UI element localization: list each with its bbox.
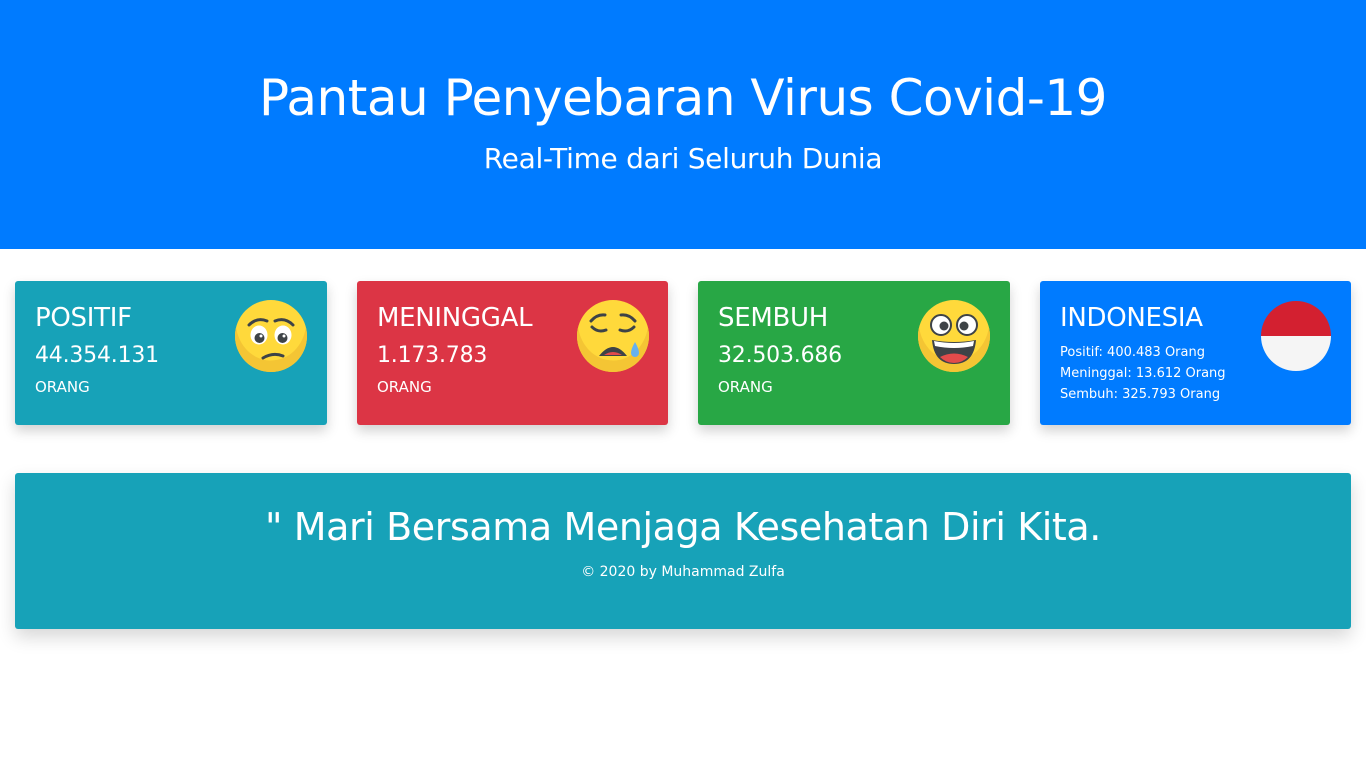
worried-face-icon: [235, 300, 307, 372]
stat-card-sembuh: SEMBUH 32.503.686 ORANG: [698, 281, 1010, 425]
card-unit: ORANG: [377, 378, 432, 396]
card-value: 32.503.686: [718, 343, 842, 368]
quote-panel: " Mari Bersama Menjaga Kesehatan Diri Ki…: [15, 473, 1351, 629]
card-title: POSITIF: [35, 303, 132, 333]
card-title: SEMBUH: [718, 303, 828, 333]
indonesia-flag-icon: [1261, 301, 1331, 371]
indonesia-positif: Positif: 400.483 Orang: [1060, 345, 1205, 360]
page-title: Pantau Penyebaran Virus Covid-19: [259, 69, 1107, 127]
card-value: 1.173.783: [377, 343, 488, 368]
card-unit: ORANG: [718, 378, 773, 396]
quote-text: " Mari Bersama Menjaga Kesehatan Diri Ki…: [265, 505, 1101, 549]
card-value: 44.354.131: [35, 343, 159, 368]
header-banner: Pantau Penyebaran Virus Covid-19 Real-Ti…: [0, 0, 1366, 249]
indonesia-sembuh: Sembuh: 325.793 Orang: [1060, 387, 1221, 402]
stat-card-meninggal: MENINGGAL 1.173.783 ORANG: [357, 281, 668, 425]
stat-card-positif: POSITIF 44.354.131 ORANG: [15, 281, 327, 425]
grinning-face-icon: [918, 300, 990, 372]
copyright-text: © 2020 by Muhammad Zulfa: [581, 564, 785, 580]
indonesia-stats: Positif: 400.483 Orang Meninggal: 13.612…: [1060, 342, 1226, 405]
card-title: MENINGGAL: [377, 303, 533, 333]
page-subtitle: Real-Time dari Seluruh Dunia: [483, 142, 883, 175]
card-unit: ORANG: [35, 378, 90, 396]
card-title: INDONESIA: [1060, 303, 1203, 333]
indonesia-meninggal: Meninggal: 13.612 Orang: [1060, 366, 1226, 381]
crying-face-icon: [577, 300, 649, 372]
stat-card-indonesia: INDONESIA Positif: 400.483 Orang Meningg…: [1040, 281, 1351, 425]
